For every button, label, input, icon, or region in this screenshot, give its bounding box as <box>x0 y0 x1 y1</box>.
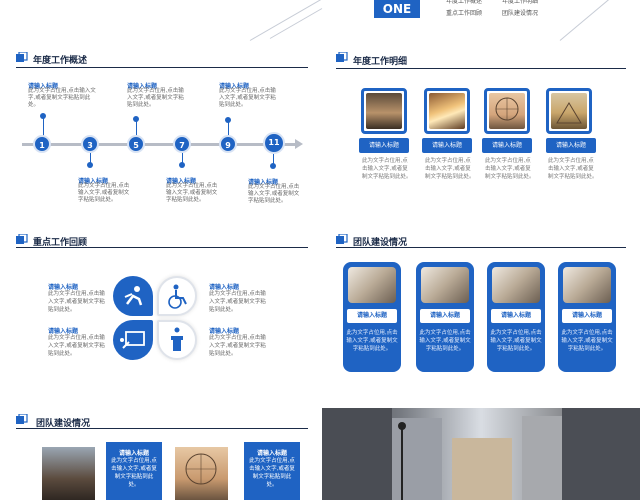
photo-paris-bridge <box>424 88 470 134</box>
section-icon <box>336 234 348 244</box>
review-desc: 此为文字占位用,点击输入文字,或者复制文字粘贴到此处。 <box>209 335 266 357</box>
presentation-icon <box>120 331 145 349</box>
section-divider <box>336 247 626 248</box>
team-title-button[interactable]: 请输入标题 <box>420 309 470 323</box>
bottom-title: 请输入标题 <box>118 450 149 457</box>
timeline-stem <box>228 122 229 136</box>
section-divider <box>16 428 308 429</box>
team-photo <box>421 267 469 303</box>
chapter-badge: ONE <box>374 0 420 18</box>
review-petal[interactable] <box>157 276 197 316</box>
team-title-button[interactable]: 请输入标题 <box>562 309 612 323</box>
team-desc: 此为文字占位用,点击输入文字,或者复制文字粘贴到此处。 <box>346 330 398 352</box>
bottom-desc: 此为文字占位用,点击输入文字,或者复制文字粘贴到此处。 <box>111 458 157 488</box>
section-divider <box>336 68 626 69</box>
timeline-desc: 此为文字占位用,点击输入文字,或者复制文字粘贴到此处。 <box>28 88 96 108</box>
timeline-node: 11 <box>263 132 285 154</box>
review-desc: 此为文字占位用,点击输入文字,或者复制文字粘贴到此处。 <box>209 291 266 313</box>
section-icon <box>16 414 28 424</box>
timeline-desc: 此为文字占位用,点击输入文字,或者复制文字粘贴到此处。 <box>127 88 184 108</box>
timeline-desc: 此为文字占位用,点击输入文字,或者复制文字粘贴到此处。 <box>248 184 300 204</box>
team-desc: 此为文字占位用,点击输入文字,或者复制文字粘贴到此处。 <box>490 330 542 352</box>
photo-title-button[interactable]: 请输入标题 <box>359 138 409 153</box>
timeline-node: 9 <box>219 135 237 153</box>
team-desc: 此为文字占位用,点击输入文字,或者复制文字粘贴到此处。 <box>561 330 613 352</box>
photo-night-street <box>361 88 407 134</box>
review-petal[interactable] <box>113 276 153 316</box>
section-title-detail: 年度工作明细 <box>353 57 408 67</box>
timeline-arrow-icon <box>295 139 303 149</box>
review-desc: 此为文字占位用,点击输入文字,或者复制文字粘贴到此处。 <box>48 335 105 357</box>
photo-desc: 此为文字占位用,点击输入文字,或者复制文字粘贴到此处。 <box>425 158 475 180</box>
street-photo <box>322 408 640 500</box>
photo-desc: 此为文字占位用,点击输入文字,或者复制文字粘贴到此处。 <box>548 158 598 180</box>
ferris-wheel-icon <box>185 453 217 485</box>
timeline-dot <box>179 162 185 168</box>
pyramid-icon <box>556 102 582 124</box>
timeline-track <box>22 143 297 146</box>
wheelchair-icon <box>168 284 187 309</box>
bottom-title: 请输入标题 <box>256 450 287 457</box>
timeline-stem <box>43 118 44 136</box>
team-photo <box>348 267 396 303</box>
team-desc: 此为文字占位用,点击输入文字,或者复制文字粘贴到此处。 <box>419 330 471 352</box>
team-photo <box>492 267 540 303</box>
section-icon <box>16 234 28 244</box>
toc-item-1: 年度工作概述 <box>446 0 483 5</box>
timeline-dot <box>270 163 276 169</box>
street-illustration <box>322 408 640 500</box>
photo-title-button[interactable]: 请输入标题 <box>422 138 472 153</box>
bottom-photo-street <box>42 447 95 500</box>
review-petal[interactable] <box>157 320 197 360</box>
ferris-wheel-icon <box>495 97 519 121</box>
team-title-button[interactable]: 请输入标题 <box>491 309 541 323</box>
timeline-stem <box>136 121 137 136</box>
timeline-desc: 此为文字占位用,点击输入文字,或者复制文字粘贴到此处。 <box>219 88 276 108</box>
toc-item-2: 重点工作回顾 <box>446 10 483 17</box>
timeline-dot <box>87 162 93 168</box>
section-icon <box>336 52 348 62</box>
review-desc: 此为文字占位用,点击输入文字,或者复制文字粘贴到此处。 <box>48 291 105 313</box>
timeline-node: 7 <box>173 135 191 153</box>
photo-desc: 此为文字占位用,点击输入文字,或者复制文字粘贴到此处。 <box>362 158 412 180</box>
running-person-icon <box>124 286 143 306</box>
decor-line <box>249 0 329 41</box>
review-petal[interactable] <box>113 320 153 360</box>
photo-title-button[interactable]: 请输入标题 <box>546 138 596 153</box>
toc-item-4: 团队建设情况 <box>502 10 539 17</box>
timeline-desc: 此为文字占位用,点击输入文字,或者复制文字粘贴到此处。 <box>166 183 218 203</box>
photo-desc: 此为文字占位用,点击输入文字,或者复制文字粘贴到此处。 <box>485 158 535 180</box>
timeline-node: 5 <box>127 135 145 153</box>
toc-item-3: 年度工作明细 <box>502 0 539 5</box>
timeline-node: 1 <box>33 135 51 153</box>
photo-title-button[interactable]: 请输入标题 <box>482 138 532 153</box>
team-photo <box>563 267 611 303</box>
timeline-desc: 此为文字占位用,点击输入文字,或者复制文字粘贴到此处。 <box>78 183 130 203</box>
photo-louvre-pyramid <box>546 88 592 134</box>
photo-ferris-wheel <box>484 88 530 134</box>
bottom-photo-ferris <box>175 447 228 500</box>
timeline-node: 3 <box>81 135 99 153</box>
team-title-button[interactable]: 请输入标题 <box>347 309 397 323</box>
section-divider <box>16 247 308 248</box>
bottom-desc: 此为文字占位用,点击输入文字,或者复制文字粘贴到此处。 <box>249 458 295 488</box>
decor-line <box>559 0 614 41</box>
section-icon <box>16 52 28 62</box>
top-strip <box>0 0 640 41</box>
podium-icon <box>171 327 183 351</box>
section-divider <box>16 67 308 68</box>
section-title-overview: 年度工作概述 <box>33 56 88 66</box>
